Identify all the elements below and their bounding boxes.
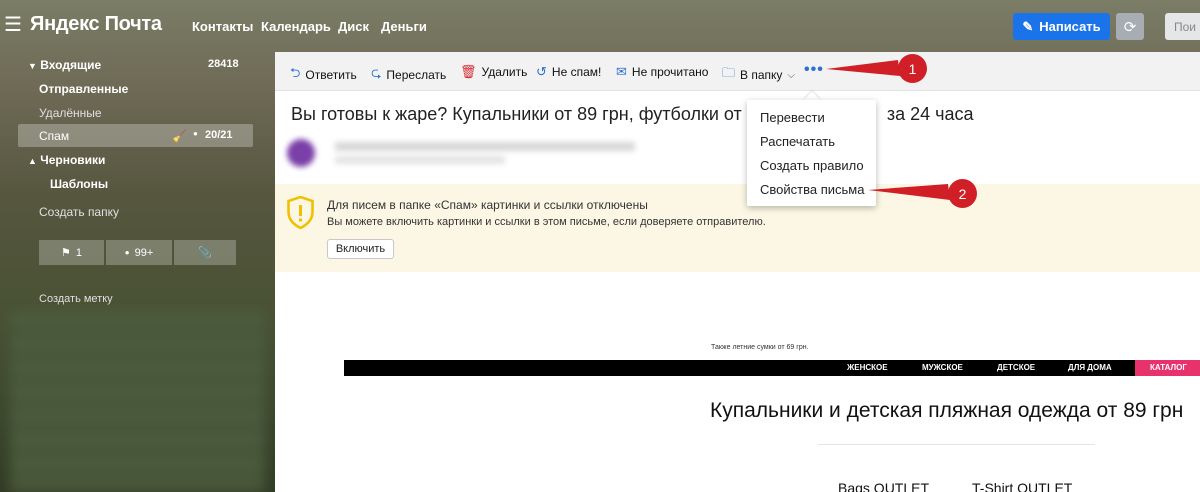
promo-menu: ЖЕНСКОЕ МУЖСКОЕ ДЕТСКОЕ ДЛЯ ДОМА КАТАЛОГ <box>344 360 1200 376</box>
top-bar: ☰ Яндекс Почта Контакты Календарь Диск Д… <box>0 0 1200 52</box>
menu-item-translate[interactable]: Перевести <box>760 110 825 125</box>
sidebar-item-label: Входящие <box>40 58 102 72</box>
forward-icon: ⮎ <box>371 65 382 80</box>
sidebar-item-drafts[interactable]: ▲ Черновики <box>28 153 105 167</box>
enable-images-button[interactable]: Включить <box>327 239 394 259</box>
promo-bags-outlet[interactable]: Bags OUTLET <box>838 480 929 492</box>
inbox-count: 28418 <box>208 58 239 70</box>
callout-badge-2: 2 <box>948 179 977 208</box>
promo-menu-women[interactable]: ЖЕНСКОЕ <box>847 363 888 372</box>
not-spam-label: Не спам! <box>551 65 602 79</box>
message-toolbar: ⮌ Ответить ⮎ Переслать 🗑 Удалить ↺ Не сп… <box>275 52 1200 91</box>
promo-menu-catalog-label: КАТАЛОГ <box>1150 363 1187 372</box>
create-label-link[interactable]: Создать метку <box>39 293 113 305</box>
filter-attachments[interactable]: 📎 <box>174 240 236 265</box>
subject-text-2: за 24 часа <box>886 104 974 124</box>
pencil-icon: ✎ <box>1022 18 1034 34</box>
shield-icon <box>287 196 314 229</box>
quick-filters: ⚑ 1 ● 99+ 📎 <box>39 240 236 265</box>
menu-item-print[interactable]: Распечатать <box>760 134 835 149</box>
unread-dot-icon: ● <box>193 129 198 138</box>
promo-note: Также летние сумки от 69 грн. <box>711 344 809 351</box>
menu-item-create-rule[interactable]: Создать правило <box>760 158 864 173</box>
sidebar-item-templates[interactable]: Шаблоны <box>50 177 108 191</box>
unread-dot-icon: ● <box>124 248 130 257</box>
forward-button[interactable]: ⮎ Переслать <box>371 64 446 86</box>
sidebar-item-label: Черновики <box>40 153 106 167</box>
undo-icon: ↺ <box>536 64 547 79</box>
delete-button[interactable]: 🗑 Удалить <box>460 64 527 80</box>
sidebar-item-sent[interactable]: Отправленные <box>39 82 128 96</box>
refresh-button[interactable]: ⟳ <box>1116 13 1144 40</box>
forward-label: Переслать <box>386 68 447 82</box>
more-icon[interactable]: ••• <box>804 61 824 79</box>
move-to-folder-button[interactable]: 🗀 В папку ⌵ <box>722 64 795 86</box>
spam-warning: Для писем в папке «Спам» картинки и ссыл… <box>275 184 1200 272</box>
warning-title: Для писем в папке «Спам» картинки и ссыл… <box>327 198 648 212</box>
subject-text-1: Вы готовы к жаре? Купальники от 89 грн, … <box>291 104 767 124</box>
avatar <box>287 139 315 167</box>
collapse-icon: ▲ <box>28 156 37 166</box>
delete-label: Удалить <box>481 65 528 79</box>
filter-unread[interactable]: ● 99+ <box>106 240 172 265</box>
mark-unread-button[interactable]: ✉ Не прочитано <box>616 64 708 80</box>
broom-icon[interactable]: 🧹 <box>172 129 187 143</box>
create-folder-link[interactable]: Создать папку <box>39 205 119 219</box>
mark-unread-label: Не прочитано <box>631 65 709 79</box>
envelope-icon: ✉ <box>616 64 627 79</box>
reply-label: Ответить <box>305 68 357 82</box>
promo-menu-men[interactable]: МУЖСКОЕ <box>922 363 963 372</box>
compose-label: Написать <box>1039 19 1101 34</box>
filter-flagged[interactable]: ⚑ 1 <box>39 240 104 265</box>
reply-button[interactable]: ⮌ Ответить <box>290 64 357 86</box>
more-actions-dropdown: Перевести Распечатать Создать правило Св… <box>747 100 876 206</box>
nav-calendar[interactable]: Календарь <box>261 19 331 34</box>
search-input[interactable]: Пои <box>1165 13 1200 40</box>
chevron-down-icon: ⌵ <box>787 69 796 81</box>
nav-contacts[interactable]: Контакты <box>192 19 253 34</box>
divider <box>818 444 1095 445</box>
warning-text: Вы можете включить картинки и ссылки в э… <box>327 216 766 228</box>
compose-button[interactable]: ✎ Написать <box>1013 13 1110 40</box>
sidebar-item-spam-label: Спам <box>39 129 70 143</box>
spam-count: 20/21 <box>205 129 233 141</box>
nav-disk[interactable]: Диск <box>338 19 369 34</box>
logo[interactable]: Яндекс Почта <box>30 13 162 36</box>
flag-icon: ⚑ <box>61 247 71 259</box>
move-to-folder-label: В папку <box>740 68 783 82</box>
promo-menu-home[interactable]: ДЛЯ ДОМА <box>1068 363 1112 372</box>
message-view: ⮌ Ответить ⮎ Переслать 🗑 Удалить ↺ Не сп… <box>275 52 1200 492</box>
sender-info-blurred <box>285 137 665 169</box>
refresh-icon: ⟳ <box>1123 18 1137 36</box>
flag-count: 1 <box>75 246 82 259</box>
promo-tshirt-outlet[interactable]: T-Shirt OUTLET <box>972 480 1072 492</box>
blurred-labels <box>10 312 265 492</box>
folder-icon: 🗀 <box>722 65 736 80</box>
menu-icon[interactable]: ☰ <box>4 12 22 37</box>
paperclip-icon: 📎 <box>198 247 212 259</box>
promo-menu-kids[interactable]: ДЕТСКОЕ <box>997 363 1035 372</box>
trash-icon: 🗑 <box>460 64 477 79</box>
nav-money[interactable]: Деньги <box>381 19 427 34</box>
not-spam-button[interactable]: ↺ Не спам! <box>536 64 601 80</box>
promo-title: Купальники и детская пляжная одежда от 8… <box>710 399 1184 422</box>
sidebar-item-inbox[interactable]: ▼ Входящие <box>28 58 101 72</box>
collapse-icon: ▼ <box>28 61 37 71</box>
reply-icon: ⮌ <box>290 65 301 80</box>
sidebar-item-deleted[interactable]: Удалённые <box>39 106 102 120</box>
menu-item-message-properties[interactable]: Свойства письма <box>760 182 864 197</box>
callout-badge-1: 1 <box>898 54 927 83</box>
unread-count: 99+ <box>134 246 154 259</box>
